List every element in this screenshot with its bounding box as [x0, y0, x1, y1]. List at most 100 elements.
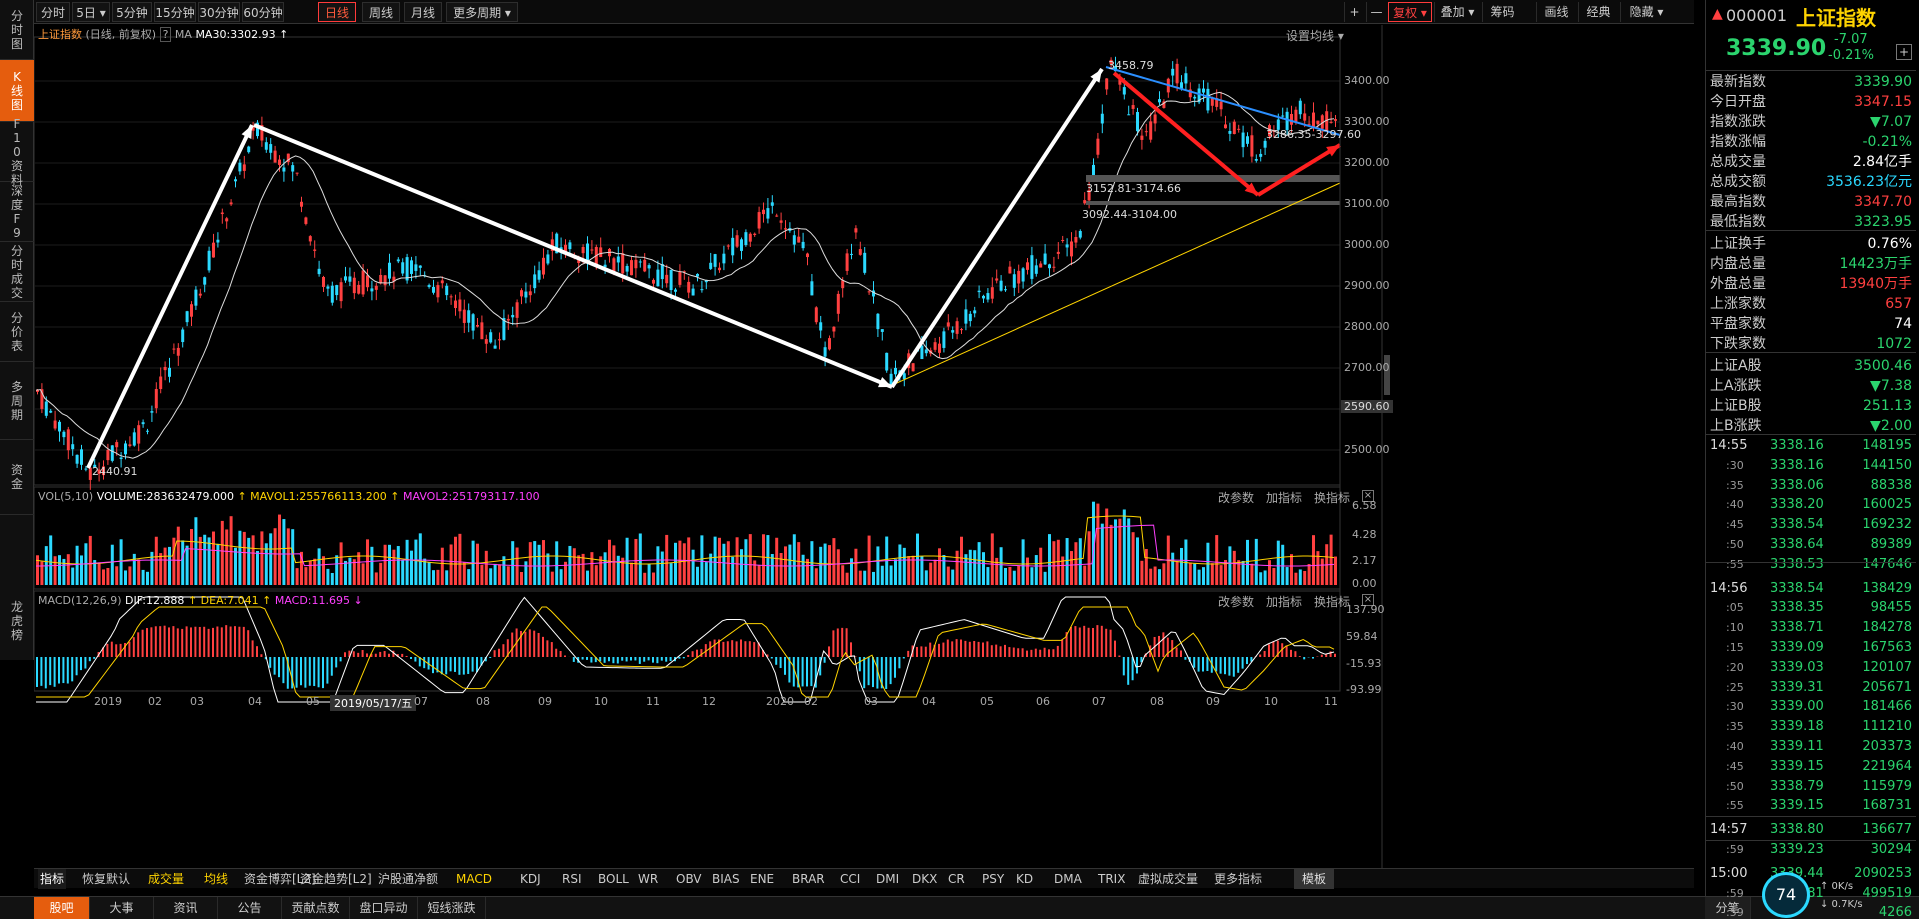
- tab-guba[interactable]: 股吧: [34, 897, 90, 919]
- candle-body: [748, 233, 752, 242]
- volume-bar: [216, 543, 220, 585]
- volume-bar: [119, 539, 123, 585]
- candle-body: [770, 202, 774, 206]
- quote-row-label: 上B涨跌: [1710, 418, 1762, 434]
- zoom-in-button[interactable]: +: [1344, 2, 1364, 22]
- down-arrow-1: [253, 123, 893, 389]
- zoom-out-button[interactable]: —: [1366, 2, 1386, 22]
- indicator-tab[interactable]: 均线: [204, 869, 228, 889]
- indicator-tab[interactable]: TRIX: [1098, 869, 1125, 889]
- indicator-tab[interactable]: 恢复默认: [82, 869, 130, 889]
- candle-body: [1065, 244, 1069, 248]
- indicator-tab[interactable]: 指标: [38, 869, 67, 889]
- tab-abnormal[interactable]: 盘口异动: [350, 897, 418, 919]
- macd-bar: [335, 657, 338, 668]
- indicator-tab[interactable]: 资金趋势[L2]: [300, 869, 372, 889]
- indicator-tab[interactable]: BIAS: [712, 869, 740, 889]
- tab-announcements[interactable]: 公告: [218, 897, 282, 919]
- period-5min[interactable]: 5分钟: [112, 2, 152, 22]
- macd-add-indicator[interactable]: 加指标: [1266, 593, 1302, 610]
- help-icon[interactable]: ?: [159, 27, 172, 42]
- nav-timeshare[interactable]: 分时图: [0, 0, 34, 60]
- nav-depth[interactable]: 深度F9: [0, 182, 34, 242]
- macd-bar: [828, 646, 830, 657]
- macd-bar: [938, 643, 940, 657]
- indicator-tab[interactable]: 沪股通净额: [378, 869, 438, 889]
- period-timeshare[interactable]: 分时: [36, 2, 70, 22]
- vol-arrow2-icon: ↑: [390, 490, 400, 503]
- nav-lhb[interactable]: 龙虎榜: [0, 515, 34, 660]
- volume-bar: [304, 567, 308, 585]
- tab-news[interactable]: 资讯: [154, 897, 218, 919]
- indicator-tab[interactable]: RSI: [562, 869, 582, 889]
- indicator-tab[interactable]: BOLL: [598, 869, 629, 889]
- candle-body: [634, 259, 638, 269]
- classic-button[interactable]: 经典: [1578, 2, 1618, 22]
- nav-trades[interactable]: 分时成交: [0, 242, 34, 302]
- hide-dropdown[interactable]: 隐藏 ▾: [1620, 2, 1672, 22]
- macd-bar: [1312, 657, 1314, 659]
- candle-body: [1290, 114, 1293, 125]
- indicator-tab[interactable]: OBV: [676, 869, 702, 889]
- indicator-tab[interactable]: KD: [1016, 869, 1033, 889]
- chips-button[interactable]: 筹码: [1482, 2, 1522, 22]
- period-60min[interactable]: 60分钟: [242, 2, 284, 22]
- volume-bar: [669, 563, 673, 585]
- ma-settings-button[interactable]: 设置均线 ▾: [1286, 27, 1344, 44]
- period-30min[interactable]: 30分钟: [198, 2, 240, 22]
- dea-arrow-icon: ↑: [262, 594, 272, 607]
- period-monthly[interactable]: 月线: [404, 2, 442, 22]
- indicator-tab[interactable]: BRAR: [792, 869, 825, 889]
- period-daily[interactable]: 日线: [318, 2, 356, 22]
- indicator-tab[interactable]: WR: [638, 869, 658, 889]
- overlay-dropdown[interactable]: 叠加 ▾: [1434, 2, 1480, 22]
- macd-bar: [467, 657, 470, 674]
- vol-switch-indicator[interactable]: 换指标: [1314, 489, 1350, 506]
- indicator-tab[interactable]: CR: [948, 869, 965, 889]
- macd-bar: [62, 657, 65, 684]
- tab-short-term[interactable]: 短线涨跌: [418, 897, 486, 919]
- indicator-tab[interactable]: DMA: [1054, 869, 1082, 889]
- period-more-dropdown[interactable]: 更多周期 ▾: [446, 2, 518, 22]
- draw-line-button[interactable]: 画线: [1536, 2, 1576, 22]
- add-watchlist-button[interactable]: +: [1896, 44, 1912, 60]
- candle-body: [1210, 98, 1214, 106]
- indicator-tab[interactable]: 虚拟成交量: [1138, 869, 1198, 889]
- indicator-tab[interactable]: 更多指标: [1214, 869, 1262, 889]
- indicator-tab[interactable]: CCI: [840, 869, 860, 889]
- indicator-tab[interactable]: MACD: [456, 869, 492, 889]
- macd-bar: [1202, 657, 1204, 672]
- vol-add-indicator[interactable]: 加指标: [1266, 489, 1302, 506]
- macd-edit-params[interactable]: 改参数: [1218, 593, 1254, 610]
- volume-bar: [968, 549, 972, 585]
- period-weekly[interactable]: 周线: [362, 2, 400, 22]
- indicator-tab[interactable]: 成交量: [148, 869, 184, 889]
- candle-body: [1034, 265, 1038, 274]
- vol-mavol2: MAVOL2:251793117.100: [403, 490, 540, 503]
- indicator-tab[interactable]: PSY: [982, 869, 1004, 889]
- candle-body: [75, 454, 79, 464]
- adjust-dropdown[interactable]: 复权 ▾: [1388, 2, 1432, 22]
- indicator-tab[interactable]: DMI: [876, 869, 899, 889]
- candle-body: [119, 457, 123, 460]
- kline-chart-svg[interactable]: [34, 25, 1694, 868]
- nav-funds[interactable]: 资金: [0, 440, 34, 515]
- kline-chart-area[interactable]: 上证指数 (日线, 前复权) ? MA MA30:3302.93 ↑ 设置均线 …: [34, 25, 1694, 868]
- indicator-tab[interactable]: 模板: [1294, 869, 1335, 889]
- indicator-tab[interactable]: KDJ: [520, 869, 541, 889]
- macd-bar: [1193, 657, 1196, 668]
- period-5day[interactable]: 5日 ▾: [72, 2, 110, 22]
- nav-multi-period[interactable]: 多周期: [0, 362, 34, 440]
- macd-switch-indicator[interactable]: 换指标: [1314, 593, 1350, 610]
- indicator-tab[interactable]: DKX: [912, 869, 937, 889]
- macd-bar: [731, 640, 734, 657]
- indicator-tab[interactable]: ENE: [750, 869, 774, 889]
- nav-f10[interactable]: F10资料: [0, 117, 34, 187]
- tab-events[interactable]: 大事: [90, 897, 154, 919]
- nav-kline[interactable]: K线图: [0, 60, 34, 122]
- tab-contribution[interactable]: 贡献点数: [282, 897, 350, 919]
- macd-bar: [652, 657, 654, 663]
- vol-edit-params[interactable]: 改参数: [1218, 489, 1254, 506]
- nav-price-table[interactable]: 分价表: [0, 302, 34, 362]
- period-15min[interactable]: 15分钟: [154, 2, 196, 22]
